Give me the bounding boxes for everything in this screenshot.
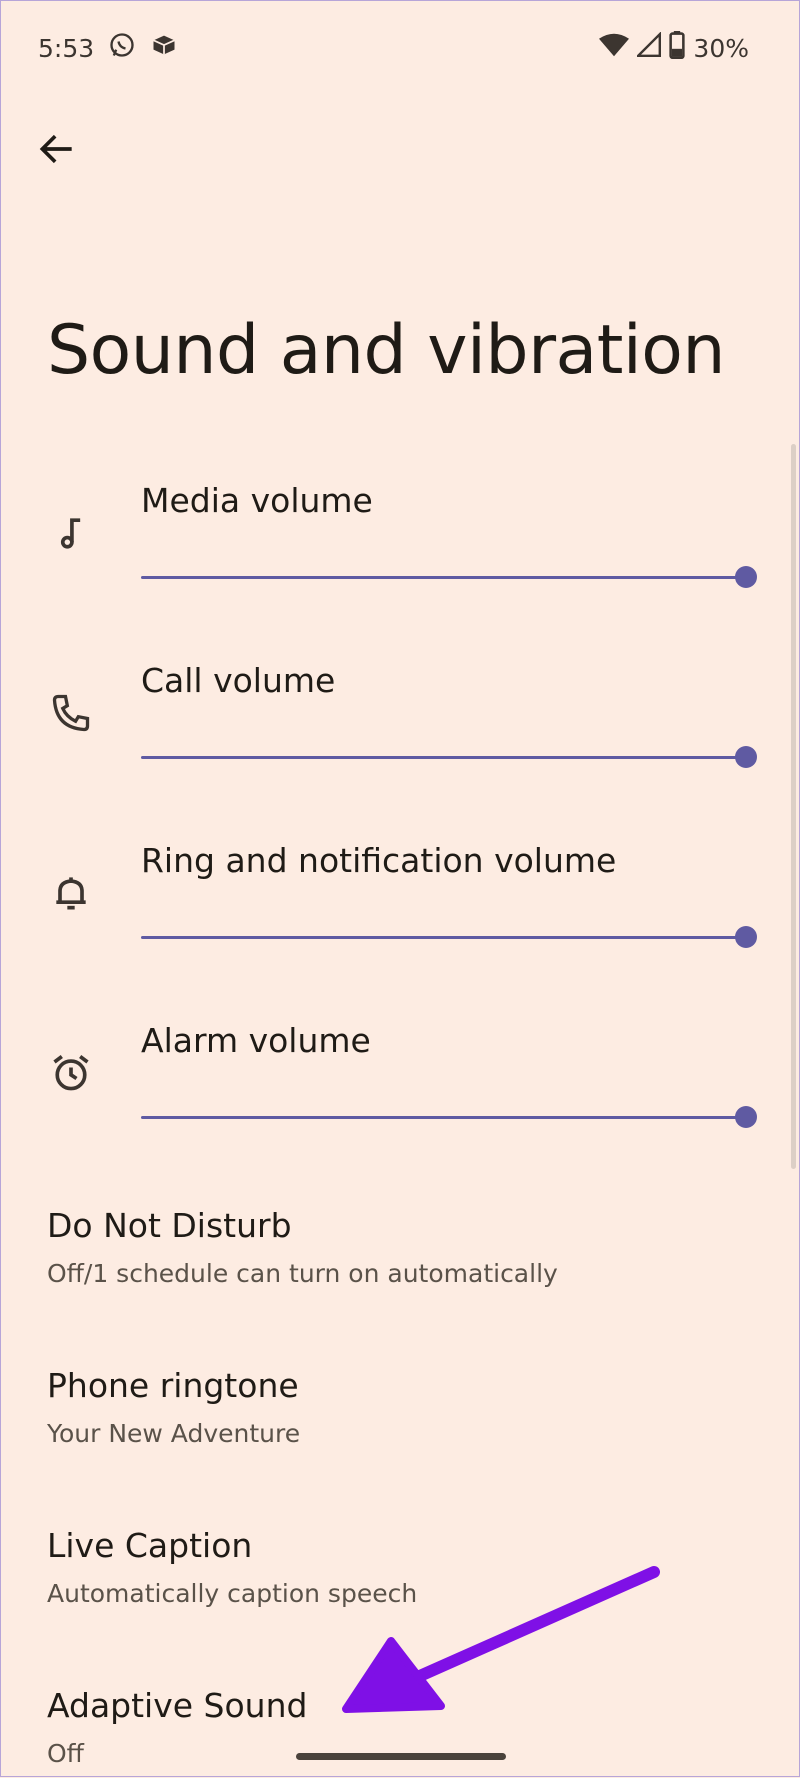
gesture-navigation-bar[interactable] [296,1753,506,1760]
annotation-arrow-icon [342,1566,660,1713]
